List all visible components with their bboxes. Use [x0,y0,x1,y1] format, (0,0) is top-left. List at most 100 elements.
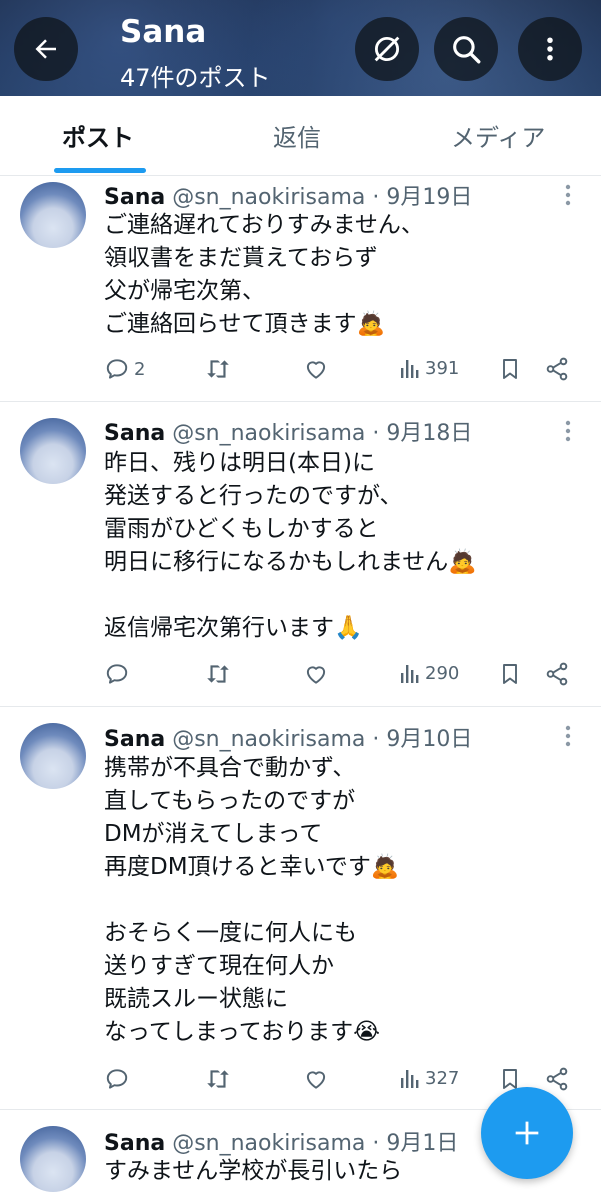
repost-button[interactable] [204,661,232,687]
author-meta: @sn_naokirisama · 9月18日 [172,421,473,446]
share-icon [546,1067,568,1091]
tab-replies[interactable]: 返信 [273,118,321,153]
repost-button[interactable] [204,1066,232,1092]
author-name: Sana [104,421,166,446]
avatar[interactable] [20,723,86,789]
tweet-line: DMが消えてしまって [104,821,323,847]
tweet-line: ご連絡回らせて頂きます🙇 [104,311,386,337]
tweet-line: 再度DM頂けると幸いです🙇 [104,854,400,880]
compose-button[interactable] [481,1087,573,1179]
author-name: Sana [104,185,166,210]
view-count: 327 [425,1067,460,1089]
views-button[interactable]: 327 [399,1066,459,1090]
back-button[interactable] [14,17,78,81]
avatar[interactable] [20,182,86,248]
view-count: 290 [425,662,460,684]
views-button[interactable]: 391 [399,356,459,380]
heart-icon [306,361,326,379]
tweet-line: 既読スルー状態に [104,986,288,1012]
tweet-header: Sana @sn_naokirisama · 9月19日 [104,179,472,211]
tweet-text: 携帯が不具合で動かず、 直してもらったのですが DMが消えてしまって 再度DM頂… [104,752,574,1049]
tweet-line: 直してもらったのですが [104,788,356,814]
reply-icon [106,1069,128,1089]
views-icon [401,665,419,683]
header-banner [0,0,601,96]
tweet-line: おそらく一度に何人にも [104,920,357,946]
repost-button[interactable] [204,356,232,382]
views-button[interactable]: 290 [399,661,459,685]
tweet-line: 携帯が不具合で動かず、 [104,755,356,781]
author-meta: @sn_naokirisama · 9月10日 [172,727,473,752]
heart-icon [306,666,326,684]
views-icon [401,1070,419,1088]
repost-icon [207,1070,229,1088]
bookmark-button[interactable] [498,661,522,687]
tweet-line [104,884,574,917]
more-button[interactable] [518,17,582,81]
tweet-line: 雷雨がひどくもしかすると [104,516,379,542]
block-icon [374,36,400,62]
post-count: 47件のポスト [120,64,271,92]
tweet-more-icon[interactable] [558,722,578,752]
tweet-line: 領収書をまだ貰えておらず [104,245,378,271]
reply-count: 2 [134,358,146,380]
tweet-line: 送りすぎて現在何人か [104,953,334,979]
bookmark-button[interactable] [498,356,522,382]
author-meta: @sn_naokirisama · 9月1日 [172,1131,459,1156]
bookmark-icon [503,664,517,684]
share-icon [546,357,568,381]
tweet[interactable]: Sana @sn_naokirisama · 9月19日 ご連絡遅れておりすみま… [0,176,601,402]
profile-header: Sana 47件のポスト [0,0,601,96]
share-button[interactable] [544,356,570,382]
views-icon [401,360,419,378]
share-button[interactable] [544,1066,570,1092]
reply-icon [106,359,128,379]
heart-icon [306,1071,326,1089]
tab-media[interactable]: メディア [451,118,545,153]
author-name: Sana [104,727,166,752]
like-button[interactable] [303,356,329,382]
tweet-line: 父が帰宅次第、 [104,278,265,304]
reply-button[interactable] [104,661,134,687]
share-icon [546,662,568,686]
avatar[interactable] [20,1126,86,1192]
tweet-header: Sana @sn_naokirisama · 9月10日 [104,721,472,753]
repost-icon [207,360,229,378]
tab-posts[interactable]: ポスト [62,118,134,153]
tweet-more-icon[interactable] [558,417,578,447]
tweet-actions: 290 [0,661,601,691]
like-button[interactable] [303,661,329,687]
more-vertical-icon [547,37,553,61]
like-button[interactable] [303,1066,329,1092]
tweet-line: 返信帰宅次第行います🙏 [104,615,363,641]
repost-icon [207,665,229,683]
tweet[interactable]: Sana @sn_naokirisama · 9月18日 昨日、残りは明日(本日… [0,403,601,707]
tweet-line: 発送すると行ったのですが、 [104,483,403,509]
tweet-line: 昨日、残りは明日(本日)に [104,450,375,476]
profile-name: Sana [120,14,207,50]
search-button[interactable] [434,17,498,81]
share-button[interactable] [544,661,570,687]
tweet[interactable]: Sana @sn_naokirisama · 9月10日 携帯が不具合で動かず、… [0,708,601,1110]
reply-button[interactable]: 2 [104,356,145,382]
tweet-line: ご連絡遅れておりすみません、 [104,212,424,238]
plus-icon [515,1121,539,1145]
search-icon [453,36,481,64]
tweet-line: なってしまっております😭 [104,1019,380,1045]
active-tab-indicator [54,168,146,173]
tweet-line: 明日に移行になるかもしれません🙇 [104,549,477,575]
bookmark-icon [503,359,517,379]
author-name: Sana [104,1131,166,1156]
tweet-text: 昨日、残りは明日(本日)に 発送すると行ったのですが、 雷雨がひどくもしかすると… [104,447,574,645]
back-arrow-icon [35,39,56,59]
reply-button[interactable] [104,1066,134,1092]
block-button[interactable] [355,17,419,81]
avatar[interactable] [20,418,86,484]
tweet-actions: 2 391 [0,356,601,386]
view-count: 391 [425,357,460,379]
tweet-header: Sana @sn_naokirisama · 9月18日 [104,415,472,447]
author-meta: @sn_naokirisama · 9月19日 [172,185,473,210]
tweet-text: ご連絡遅れておりすみません、 領収書をまだ貰えておらず 父が帰宅次第、 ご連絡回… [104,209,574,341]
tweet-more-icon[interactable] [558,181,578,211]
reply-icon [106,664,128,684]
